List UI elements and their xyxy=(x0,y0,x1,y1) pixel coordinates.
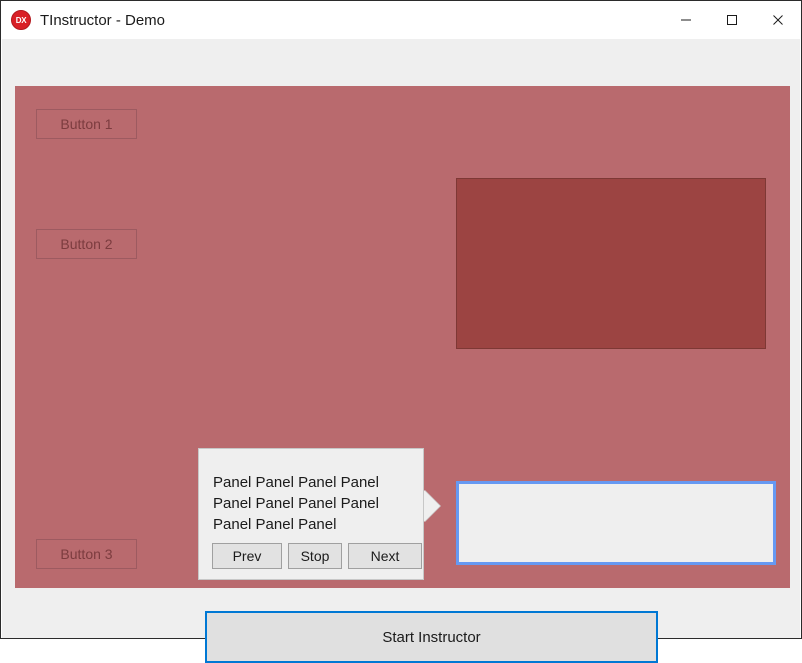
minimize-icon xyxy=(681,19,691,21)
prev-button[interactable]: Prev xyxy=(212,543,282,569)
dimmed-panel xyxy=(456,178,766,349)
callout-body: Panel Panel Panel Panel Panel Panel Pane… xyxy=(198,448,424,580)
client-area: Button 1 Button 2 Button 3 Panel Panel P… xyxy=(2,39,800,663)
button-2[interactable]: Button 2 xyxy=(36,229,137,259)
callout-buttons: Prev Stop Next xyxy=(212,543,422,569)
stop-button[interactable]: Stop xyxy=(288,543,342,569)
button-3[interactable]: Button 3 xyxy=(36,539,137,569)
maximize-icon xyxy=(727,15,737,25)
button-1[interactable]: Button 1 xyxy=(36,109,137,139)
title-bar: DX TInstructor - Demo xyxy=(1,1,801,39)
close-button[interactable] xyxy=(755,1,801,39)
start-instructor-button[interactable]: Start Instructor xyxy=(205,611,658,663)
instructor-callout: Panel Panel Panel Panel Panel Panel Pane… xyxy=(198,448,440,580)
callout-text: Panel Panel Panel Panel Panel Panel Pane… xyxy=(213,474,379,533)
minimize-button[interactable] xyxy=(663,1,709,39)
window-title: TInstructor - Demo xyxy=(40,11,166,29)
maximize-button[interactable] xyxy=(709,1,755,39)
callout-pointer-icon xyxy=(424,490,440,522)
window-controls xyxy=(663,1,801,39)
devexpress-logo-icon: DX xyxy=(11,10,31,30)
application-window: DX TInstructor - Demo Button 1 Button 2 … xyxy=(0,0,802,663)
highlighted-panel[interactable] xyxy=(456,481,776,565)
close-icon xyxy=(773,15,783,25)
next-button[interactable]: Next xyxy=(348,543,422,569)
